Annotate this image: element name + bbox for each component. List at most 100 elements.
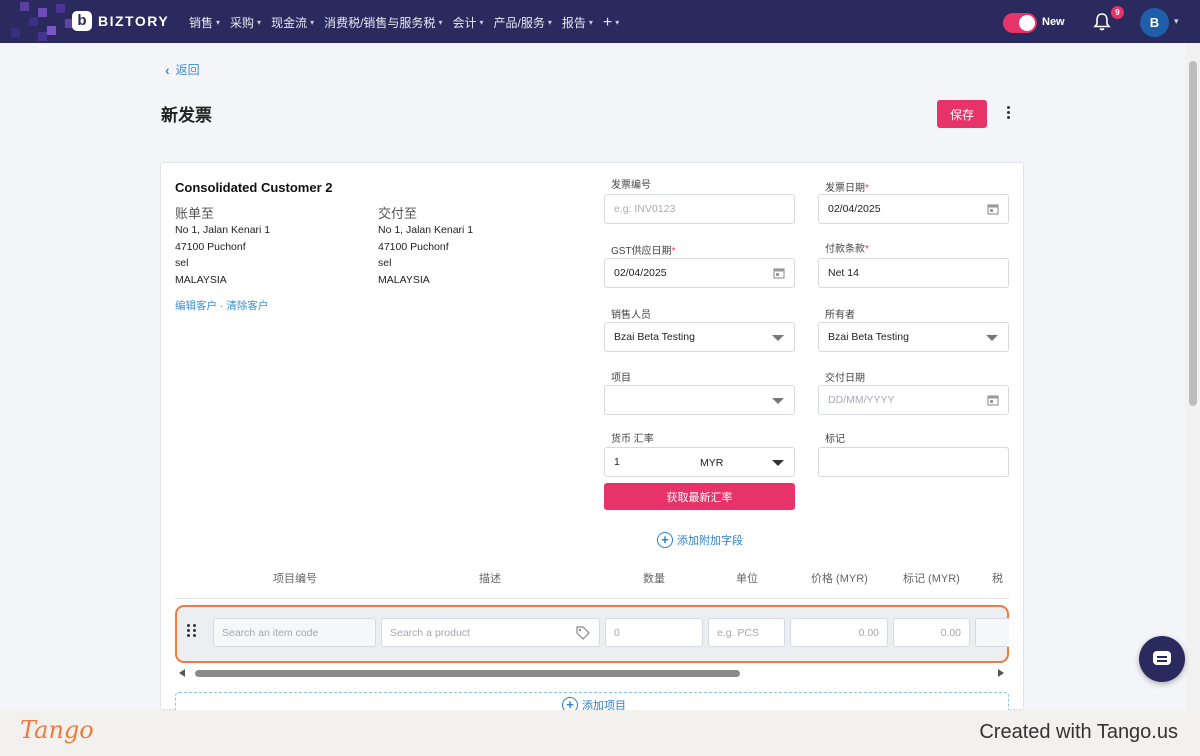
address-line: 47100 Puchonf	[378, 240, 449, 253]
currency-code[interactable]: MYR	[700, 457, 723, 469]
price-input[interactable]: 0.00	[790, 618, 888, 647]
calendar-icon[interactable]	[773, 267, 785, 279]
menu-cashflow[interactable]: 现金流 ▾	[271, 14, 314, 31]
tag-label: 标记	[825, 434, 845, 445]
salesperson-label: 销售人员	[611, 310, 651, 321]
gst-date-field[interactable]: 02/04/2025	[604, 258, 795, 288]
invoice-date-field[interactable]: 02/04/2025	[818, 194, 1009, 224]
col-description: 描述	[479, 573, 501, 585]
owner-label: 所有者	[825, 310, 855, 321]
chat-button[interactable]	[1139, 636, 1185, 682]
currency-rate-field[interactable]: 1 MYR	[604, 447, 795, 477]
delivery-date-label: 交付日期	[825, 373, 865, 384]
quantity-input[interactable]: 0	[605, 618, 703, 647]
tag-field[interactable]	[818, 447, 1009, 477]
tango-logo: Tango	[20, 716, 94, 744]
caret-down-icon: ▾	[615, 18, 620, 27]
menu-tax[interactable]: 消费税/销售与服务税 ▾	[324, 14, 442, 31]
menu-add[interactable]: + ▾	[603, 14, 619, 31]
menu-sales[interactable]: 销售 ▾	[189, 14, 220, 31]
page-title: 新发票	[161, 106, 212, 125]
tag-amount-input[interactable]: 0.00	[893, 618, 970, 647]
payment-terms-label: 付款条款*	[825, 244, 869, 255]
brand-logo[interactable]: b BIZTORY	[72, 11, 169, 31]
menu-purchases[interactable]: 采购 ▾	[230, 14, 261, 31]
notification-badge: 9	[1111, 6, 1124, 19]
customer-links[interactable]: 编辑客户 · 清除客户	[175, 298, 268, 313]
calendar-icon[interactable]	[987, 203, 999, 215]
owner-select[interactable]: Bzai Beta Testing	[818, 322, 1009, 352]
add-field-link[interactable]: + 添加附加字段	[657, 532, 743, 548]
fetch-rate-button[interactable]: 获取最新汇率	[604, 483, 795, 510]
project-select[interactable]	[604, 385, 795, 415]
dropdown-arrow-icon	[772, 460, 784, 466]
col-price: 价格 (MYR)	[811, 573, 868, 585]
menu-products[interactable]: 产品/服务 ▾	[493, 14, 551, 31]
payment-terms-field[interactable]: Net 14	[818, 258, 1009, 288]
chat-icon	[1153, 651, 1171, 665]
toggle-label: New	[1042, 16, 1065, 28]
address-line: MALAYSIA	[175, 273, 227, 286]
item-code-input[interactable]: Search an item code	[213, 618, 376, 647]
add-field-label: 添加附加字段	[677, 535, 743, 547]
salesperson-select[interactable]: Bzai Beta Testing	[604, 322, 795, 352]
table-scrollbar[interactable]	[175, 667, 1009, 679]
menu-reports[interactable]: 报告 ▾	[562, 14, 593, 31]
scrollbar-thumb[interactable]	[195, 670, 740, 677]
toggle-knob	[1019, 15, 1035, 31]
tag-icon[interactable]	[575, 625, 591, 641]
more-options-icon[interactable]	[1000, 104, 1016, 124]
drag-handle-icon[interactable]	[187, 624, 197, 638]
col-tax: 税	[992, 573, 1003, 585]
col-quantity: 数量	[643, 573, 665, 585]
avatar[interactable]: B	[1140, 8, 1169, 37]
brand-name: BIZTORY	[98, 13, 170, 29]
caret-down-icon: ▾	[438, 18, 443, 27]
chevron-left-icon: ‹	[165, 61, 170, 78]
scroll-left-icon[interactable]	[179, 669, 185, 677]
col-unit: 单位	[736, 573, 758, 585]
top-nav: b BIZTORY 销售 ▾ 采购 ▾ 现金流 ▾ 消费税/销售与服务税 ▾ 会计 ▾ 产…	[0, 0, 1200, 43]
address-line: sel	[175, 257, 189, 269]
scroll-right-icon[interactable]	[998, 669, 1004, 677]
plus-circle-icon: +	[657, 532, 673, 548]
back-label: 返回	[175, 63, 200, 77]
back-link[interactable]: ‹ 返回	[165, 61, 200, 78]
page-scrollbar[interactable]	[1186, 43, 1200, 710]
biztory-logo-icon: b	[72, 11, 92, 31]
save-button[interactable]: 保存	[937, 100, 987, 128]
caret-down-icon: ▾	[547, 18, 552, 27]
address-line: No 1, Jalan Kenari 1	[378, 224, 474, 236]
caret-down-icon: ▾	[257, 18, 262, 27]
new-ui-toggle[interactable]	[1003, 13, 1037, 33]
delivery-date-field[interactable]: DD/MM/YYYY	[818, 385, 1009, 415]
tax-input[interactable]	[975, 618, 1009, 647]
tango-credit: Created with Tango.us	[979, 721, 1178, 743]
invoice-date-label: 发票日期*	[825, 183, 869, 194]
caret-down-icon: ▾	[479, 18, 484, 27]
billing-address: 账单至 No 1, Jalan Kenari 1 47100 Puchonf s…	[175, 206, 270, 288]
invoice-no-field[interactable]: e.g: INV0123	[604, 194, 795, 224]
project-label: 项目	[611, 373, 631, 384]
customer-name: Consolidated Customer 2	[175, 180, 333, 195]
address-line: sel	[378, 257, 392, 269]
address-line: MALAYSIA	[378, 273, 430, 286]
caret-down-icon: ▾	[588, 18, 593, 27]
gst-date-label: GST供应日期*	[611, 246, 676, 257]
caret-down-icon[interactable]: ▾	[1174, 16, 1179, 27]
caret-down-icon: ▾	[310, 18, 315, 27]
col-tag: 标记 (MYR)	[903, 573, 960, 585]
product-input[interactable]: Search a product	[381, 618, 600, 647]
calendar-icon[interactable]	[987, 394, 999, 406]
billing-title: 账单至	[175, 206, 215, 221]
bell-icon[interactable]	[1092, 12, 1112, 32]
unit-input[interactable]: e.g. PCS	[708, 618, 785, 647]
shipping-address: 交付至 No 1, Jalan Kenari 1 47100 Puchonf s…	[378, 206, 473, 288]
dropdown-arrow-icon	[986, 335, 998, 341]
main-menu: 销售 ▾ 采购 ▾ 现金流 ▾ 消费税/销售与服务税 ▾ 会计 ▾ 产品/服务 ▾ 报告 ▾ …	[189, 14, 619, 31]
caret-down-icon: ▾	[216, 18, 221, 27]
menu-accounting[interactable]: 会计 ▾	[452, 14, 483, 31]
scrollbar-thumb[interactable]	[1189, 61, 1197, 406]
invoice-no-label: 发票编号	[611, 180, 651, 191]
shipping-title: 交付至	[378, 206, 418, 221]
